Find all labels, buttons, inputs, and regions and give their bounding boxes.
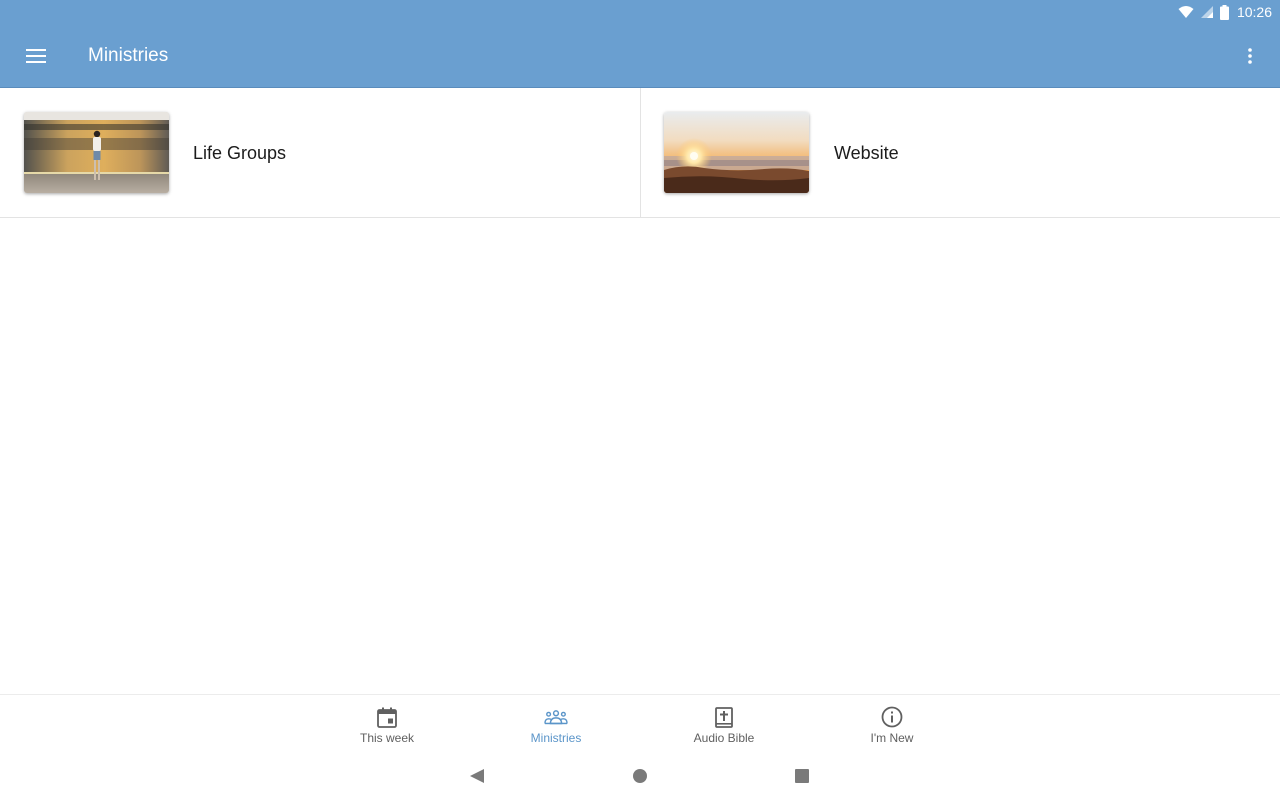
battery-icon xyxy=(1219,4,1229,20)
recents-square-icon xyxy=(795,769,809,783)
ministry-label: Life Groups xyxy=(193,143,287,163)
website-thumbnail xyxy=(664,112,809,193)
status-bar: 10:26 xyxy=(0,0,1280,24)
more-vert-icon xyxy=(1248,48,1252,64)
system-back-button[interactable] xyxy=(467,766,487,786)
calendar-icon xyxy=(377,707,397,728)
nav-label: I'm New xyxy=(870,731,914,745)
system-recents-button[interactable] xyxy=(792,766,812,786)
people-group-icon xyxy=(544,710,568,725)
system-navigation-bar xyxy=(0,750,1280,800)
app-root: 10:26 Ministries Life Groups Website Thi… xyxy=(0,0,1280,800)
ministries-grid: Life Groups Website xyxy=(0,88,1280,694)
nav-label: Ministries xyxy=(530,731,582,745)
info-icon xyxy=(881,706,903,728)
app-bar: Ministries xyxy=(0,24,1280,88)
nav-audio-bible[interactable]: Audio Bible xyxy=(654,695,794,751)
page-title: Ministries xyxy=(88,45,169,66)
system-home-button[interactable] xyxy=(630,766,650,786)
sunrise-photo xyxy=(664,112,809,193)
hamburger-menu-icon xyxy=(26,49,46,63)
nav-label: This week xyxy=(359,731,415,745)
wifi-icon xyxy=(1178,6,1194,18)
nav-im-new[interactable]: I'm New xyxy=(822,695,962,751)
life-groups-thumbnail xyxy=(24,112,169,193)
card-row: Life Groups Website xyxy=(0,88,1280,218)
signal-icon xyxy=(1200,6,1213,18)
bible-icon xyxy=(715,706,733,728)
nav-label: Audio Bible xyxy=(693,731,755,745)
back-triangle-icon xyxy=(470,769,484,783)
nav-ministries[interactable]: Ministries xyxy=(486,695,626,751)
train-station-photo xyxy=(24,112,169,193)
home-circle-icon xyxy=(633,769,647,783)
menu-button[interactable] xyxy=(20,40,52,72)
ministry-card-life-groups[interactable]: Life Groups xyxy=(0,88,640,217)
overflow-menu-button[interactable] xyxy=(1234,40,1266,72)
status-time: 10:26 xyxy=(1236,4,1272,20)
nav-this-week[interactable]: This week xyxy=(317,695,457,751)
ministry-card-website[interactable]: Website xyxy=(640,88,1280,217)
bottom-navigation: This week Ministries Audio Bible I'm New xyxy=(0,694,1280,750)
ministry-label: Website xyxy=(834,143,899,163)
status-icons: 10:26 xyxy=(1178,3,1272,21)
